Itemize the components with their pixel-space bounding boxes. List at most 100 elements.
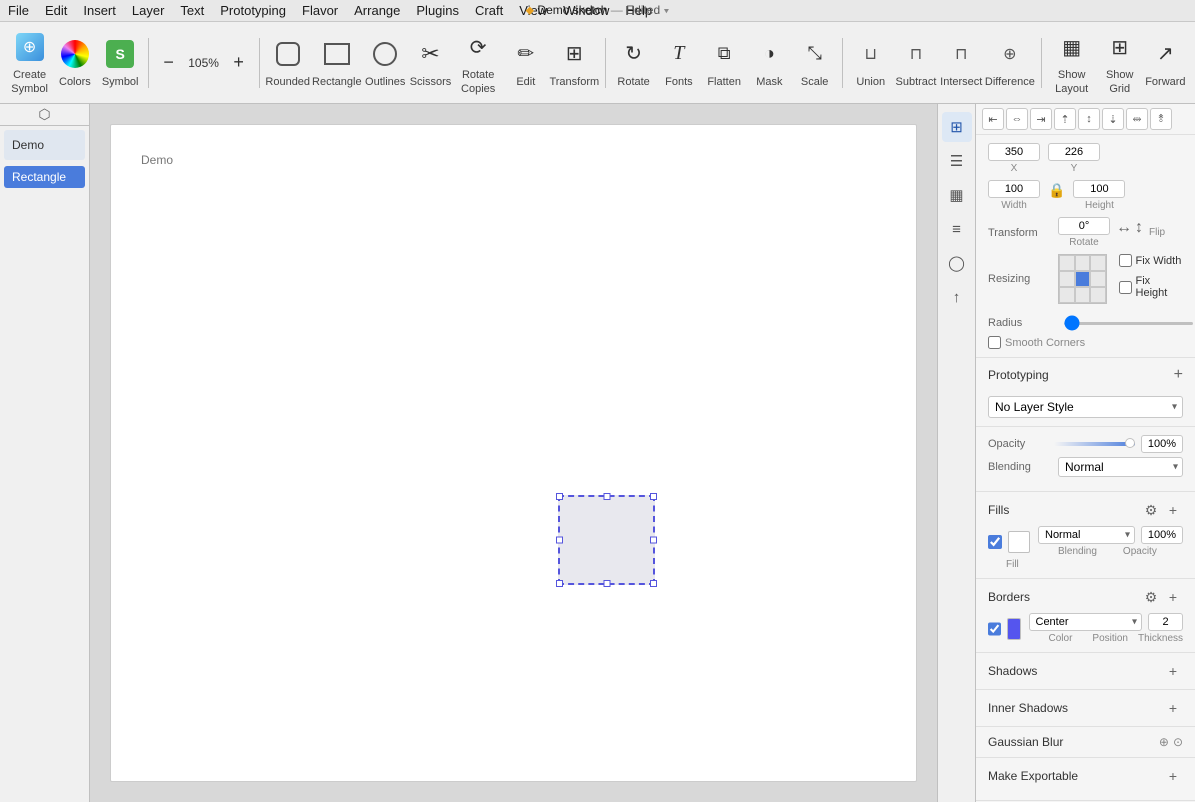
- panel-layers-button[interactable]: ≡: [942, 214, 972, 244]
- make-exportable-add-button[interactable]: +: [1163, 766, 1183, 786]
- border-color-swatch-0[interactable]: [1007, 618, 1021, 640]
- resize-cell-4[interactable]: [1075, 271, 1091, 287]
- flip-v-icon[interactable]: ↕: [1135, 219, 1143, 237]
- transform-button[interactable]: ⊞ Transform: [549, 27, 599, 99]
- fills-add-button[interactable]: +: [1163, 500, 1183, 520]
- menu-edit[interactable]: Edit: [45, 3, 67, 18]
- gaussian-blur-toggle-icon[interactable]: ⊙: [1173, 735, 1183, 749]
- rounded-button[interactable]: Rounded: [265, 27, 310, 99]
- shadows-header[interactable]: Shadows +: [976, 653, 1195, 689]
- distribute-h-button[interactable]: ⥈: [1126, 108, 1148, 130]
- resize-cell-6[interactable]: [1059, 287, 1075, 303]
- opacity-slider-track[interactable]: [1054, 442, 1135, 446]
- union-button[interactable]: ⊔ Union: [849, 27, 892, 99]
- panel-inspector-button[interactable]: ⊞: [942, 112, 972, 142]
- gaussian-blur-settings-icon[interactable]: ⊕: [1159, 735, 1169, 749]
- menu-text[interactable]: Text: [180, 3, 204, 18]
- chevron-down-icon[interactable]: ▾: [663, 3, 669, 17]
- resize-cell-1[interactable]: [1075, 255, 1091, 271]
- panel-grid-button[interactable]: ▦: [942, 180, 972, 210]
- scale-button[interactable]: ⤡ Scale: [793, 27, 836, 99]
- fix-height-checkbox[interactable]: [1119, 281, 1132, 294]
- menu-arrange[interactable]: Arrange: [354, 3, 400, 18]
- subtract-button[interactable]: ⊓ Subtract: [894, 27, 937, 99]
- menu-prototyping[interactable]: Prototyping: [220, 3, 286, 18]
- rotate-input[interactable]: [1058, 217, 1110, 235]
- fill-color-swatch-0[interactable]: [1008, 531, 1030, 553]
- handle-bottom-right[interactable]: [650, 580, 657, 587]
- layer-item-rectangle[interactable]: Rectangle: [4, 166, 85, 188]
- position-x-input[interactable]: [988, 143, 1040, 161]
- show-layout-button[interactable]: ▦ Show Layout: [1048, 27, 1096, 99]
- handle-top-middle[interactable]: [603, 493, 610, 500]
- zoom-level-display[interactable]: 105%: [183, 27, 225, 99]
- lock-aspect-icon[interactable]: 🔒: [1048, 182, 1065, 199]
- panel-prototype-button[interactable]: ◯: [942, 248, 972, 278]
- handle-bottom-middle[interactable]: [603, 580, 610, 587]
- layer-style-select[interactable]: No Layer Style: [988, 396, 1183, 418]
- radius-slider[interactable]: [1064, 322, 1193, 325]
- menu-layer[interactable]: Layer: [132, 3, 165, 18]
- align-top-button[interactable]: ⇡: [1054, 108, 1076, 130]
- menu-insert[interactable]: Insert: [83, 3, 116, 18]
- scissors-button[interactable]: ✂ Scissors: [409, 27, 452, 99]
- fonts-button[interactable]: T Fonts: [657, 27, 700, 99]
- mask-button[interactable]: ◑ Mask: [748, 27, 791, 99]
- fill-checkbox-0[interactable]: [988, 535, 1002, 549]
- border-position-select[interactable]: Center Inside Outside: [1029, 613, 1143, 631]
- align-center-h-button[interactable]: ⇔: [1006, 108, 1028, 130]
- rectangle-button[interactable]: Rectangle: [312, 27, 362, 99]
- zoom-in-button[interactable]: +: [225, 27, 253, 99]
- inner-shadows-header[interactable]: Inner Shadows +: [976, 690, 1195, 726]
- fill-opacity-input[interactable]: [1141, 526, 1183, 544]
- edit-button[interactable]: ✏ Edit: [504, 27, 547, 99]
- fill-blending-select[interactable]: Normal: [1038, 526, 1135, 544]
- symbol-button[interactable]: S Symbol: [99, 27, 142, 99]
- shadows-add-button[interactable]: +: [1163, 661, 1183, 681]
- prototyping-header[interactable]: Prototyping +: [976, 358, 1195, 392]
- blending-select[interactable]: Normal Multiply Screen Overlay Darken Li…: [1058, 457, 1183, 477]
- border-thickness-input[interactable]: [1148, 613, 1183, 631]
- gaussian-blur-header[interactable]: Gaussian Blur ⊕ ⊙: [976, 727, 1195, 757]
- opacity-value-input[interactable]: [1141, 435, 1183, 453]
- create-symbol-button[interactable]: ⊕ Create Symbol: [8, 27, 51, 99]
- borders-settings-icon[interactable]: ⚙: [1141, 587, 1161, 607]
- intersect-button[interactable]: ⊓ Intersect: [940, 27, 983, 99]
- difference-button[interactable]: ⊕ Difference: [985, 27, 1035, 99]
- outlines-button[interactable]: Outlines: [364, 27, 407, 99]
- align-right-button[interactable]: ⇥: [1030, 108, 1052, 130]
- fix-width-checkbox[interactable]: [1119, 254, 1132, 267]
- handle-top-right[interactable]: [650, 493, 657, 500]
- panel-export-button[interactable]: ↑: [942, 282, 972, 312]
- menu-file[interactable]: File: [8, 3, 29, 18]
- inner-shadows-add-button[interactable]: +: [1163, 698, 1183, 718]
- fills-settings-icon[interactable]: ⚙: [1141, 500, 1161, 520]
- rotate-copies-button[interactable]: ⟳ Rotate Copies: [454, 27, 502, 99]
- border-checkbox-0[interactable]: [988, 622, 1001, 636]
- menu-flavor[interactable]: Flavor: [302, 3, 338, 18]
- flip-h-icon[interactable]: ↔: [1116, 219, 1132, 237]
- distribute-v-button[interactable]: ⥉: [1150, 108, 1172, 130]
- collapse-icon[interactable]: ⬡: [38, 106, 50, 123]
- prototyping-add-icon[interactable]: +: [1174, 366, 1183, 384]
- menu-plugins[interactable]: Plugins: [416, 3, 459, 18]
- resizing-grid[interactable]: [1058, 254, 1107, 304]
- resize-cell-7[interactable]: [1075, 287, 1091, 303]
- resize-cell-8[interactable]: [1090, 287, 1106, 303]
- handle-bottom-left[interactable]: [556, 580, 563, 587]
- size-width-input[interactable]: [988, 180, 1040, 198]
- panel-components-button[interactable]: ☰: [942, 146, 972, 176]
- resize-cell-0[interactable]: [1059, 255, 1075, 271]
- show-grid-button[interactable]: ⊞ Show Grid: [1098, 27, 1142, 99]
- rotate-button[interactable]: ↻ Rotate: [612, 27, 655, 99]
- position-y-input[interactable]: [1048, 143, 1100, 161]
- menu-craft[interactable]: Craft: [475, 3, 503, 18]
- page-item-demo[interactable]: Demo: [4, 130, 85, 160]
- align-left-button[interactable]: ⇤: [982, 108, 1004, 130]
- canvas-area[interactable]: Demo: [90, 104, 937, 802]
- handle-middle-left[interactable]: [556, 537, 563, 544]
- handle-top-left[interactable]: [556, 493, 563, 500]
- handle-middle-right[interactable]: [650, 537, 657, 544]
- colors-button[interactable]: Colors: [53, 27, 96, 99]
- size-height-input[interactable]: [1073, 180, 1125, 198]
